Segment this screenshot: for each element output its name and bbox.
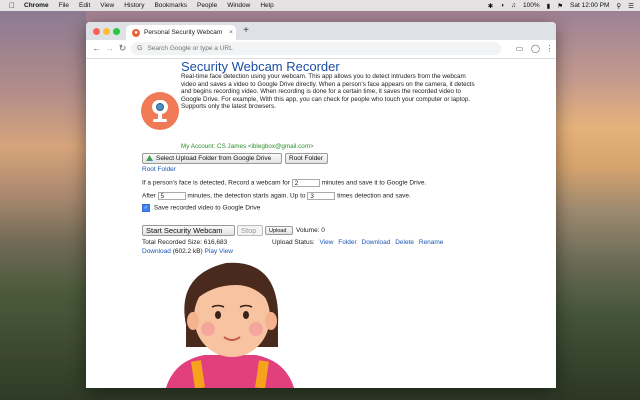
- webcam-logo-icon: [141, 92, 179, 130]
- mac-menubar:  Chrome File Edit View History Bookmark…: [0, 0, 640, 11]
- status-folder-link[interactable]: Folder: [338, 239, 356, 246]
- tab-title: Personal Security Webcam: [144, 29, 223, 36]
- account-info: My Account: CS James <iblegbox@gmail.com…: [181, 143, 314, 150]
- root-folder-button[interactable]: Root Folder: [285, 153, 328, 164]
- google-g-icon: G: [137, 45, 143, 52]
- upload-button[interactable]: Upload: [265, 226, 293, 235]
- app-title: Security Webcam Recorder: [181, 59, 340, 74]
- select-upload-folder-label: Select Upload Folder from Google Drive: [156, 155, 272, 162]
- apple-icon[interactable]: : [8, 1, 16, 10]
- status-view-link[interactable]: View: [319, 239, 333, 246]
- browser-toolbar: ← → ↻ G ▭ ◯ ⋮: [86, 40, 556, 59]
- volume-icon[interactable]: ♫: [511, 2, 516, 9]
- new-tab-button[interactable]: +: [240, 25, 252, 37]
- after-mid: minutes, the detection starts again. Up …: [187, 192, 306, 200]
- app-page: Security Webcam Recorder Real-time face …: [136, 59, 556, 388]
- google-drive-icon: [146, 155, 153, 161]
- root-folder-link[interactable]: Root Folder: [142, 166, 176, 173]
- bluetooth-icon[interactable]: ✱: [488, 2, 493, 10]
- start-security-webcam-button[interactable]: Start Security Webcam: [142, 225, 235, 236]
- address-input[interactable]: [147, 45, 501, 52]
- forward-arrow-icon[interactable]: →: [104, 43, 115, 54]
- menu-app-name[interactable]: Chrome: [24, 2, 49, 9]
- record-prefix: If a person's face is detected, Record a…: [142, 179, 290, 187]
- close-window-button[interactable]: [93, 28, 100, 35]
- status-rename-link[interactable]: Rename: [419, 239, 444, 246]
- repeat-row: After 5 minutes, the detection starts ag…: [142, 192, 411, 200]
- battery-icon[interactable]: ▮: [547, 2, 551, 10]
- search-icon[interactable]: ⚲: [616, 2, 621, 10]
- record-duration-row: If a person's face is detected, Record a…: [142, 179, 426, 187]
- close-tab-icon[interactable]: ×: [226, 29, 236, 36]
- cast-icon[interactable]: ▭: [514, 43, 525, 54]
- menu-help[interactable]: Help: [260, 2, 273, 9]
- upto-times-input[interactable]: 3: [307, 192, 336, 200]
- webcam-preview-avatar: [166, 262, 294, 388]
- battery-percent[interactable]: 100%: [523, 2, 540, 9]
- menubar-status-area: ✱ ◑ ♫ 100% ▮ ⚑ Sat 12:00 PM ⚲ ☰: [488, 0, 634, 11]
- menu-people[interactable]: People: [197, 2, 217, 9]
- desktop-wallpaper-left: [0, 11, 86, 400]
- menu-window[interactable]: Window: [227, 2, 250, 9]
- flag-icon[interactable]: ⚑: [557, 2, 563, 10]
- menu-file[interactable]: File: [59, 2, 69, 9]
- wifi-icon[interactable]: ◑: [500, 2, 504, 9]
- upload-status: Upload Status: View Folder Download Dele…: [272, 239, 443, 246]
- webcam-favicon-icon: ●: [132, 28, 140, 37]
- chrome-menu-icon[interactable]: ⋮: [544, 43, 555, 54]
- app-description: Real-time face detection using your webc…: [181, 73, 475, 111]
- desktop-wallpaper-right: [556, 11, 640, 400]
- download-size: (602.2 kB): [172, 248, 203, 255]
- save-to-drive-checkbox[interactable]: ✓: [142, 204, 150, 212]
- record-suffix: minutes and save it to Google Drive.: [321, 179, 427, 187]
- list-icon[interactable]: ☰: [628, 2, 634, 10]
- upload-status-label: Upload Status:: [272, 239, 315, 246]
- select-upload-folder-button[interactable]: Select Upload Folder from Google Drive: [142, 153, 282, 164]
- after-suffix: times detection and save.: [337, 192, 411, 200]
- back-arrow-icon[interactable]: ←: [91, 43, 102, 54]
- tab-strip: ● Personal Security Webcam × +: [86, 22, 556, 40]
- record-minutes-input[interactable]: 2: [291, 179, 320, 187]
- menu-view[interactable]: View: [100, 2, 114, 9]
- maximize-window-button[interactable]: [113, 28, 120, 35]
- view-link[interactable]: View: [219, 248, 233, 255]
- total-recorded-size: Total Recorded Size: 616,683: [142, 239, 228, 246]
- profile-icon[interactable]: ◯: [530, 43, 541, 54]
- status-delete-link[interactable]: Delete: [395, 239, 414, 246]
- save-to-drive-label: Save recorded video to Google Drive: [153, 204, 261, 212]
- browser-window: ● Personal Security Webcam × + ← → ↻ G ▭…: [86, 22, 556, 388]
- reload-icon[interactable]: ↻: [117, 43, 128, 54]
- menu-history[interactable]: History: [124, 2, 144, 9]
- after-minutes-input[interactable]: 5: [157, 192, 186, 200]
- save-checkbox-row: ✓ Save recorded video to Google Drive: [142, 204, 260, 212]
- omnibox[interactable]: G: [131, 42, 501, 55]
- minimize-window-button[interactable]: [103, 28, 110, 35]
- volume-label: Volume: 0: [296, 227, 325, 234]
- menu-edit[interactable]: Edit: [79, 2, 90, 9]
- stop-button[interactable]: Stop: [237, 225, 263, 236]
- page-left-margin: [86, 59, 136, 388]
- download-link[interactable]: Download: [142, 248, 171, 255]
- play-link[interactable]: Play: [205, 248, 218, 255]
- tab-personal-security-webcam[interactable]: ● Personal Security Webcam ×: [126, 25, 236, 40]
- menu-bookmarks[interactable]: Bookmarks: [154, 2, 187, 9]
- download-row: Download (602.2 kB) Play View: [142, 248, 233, 255]
- status-download-link[interactable]: Download: [362, 239, 391, 246]
- menubar-clock[interactable]: Sat 12:00 PM: [570, 2, 609, 9]
- after-prefix: After: [142, 192, 156, 200]
